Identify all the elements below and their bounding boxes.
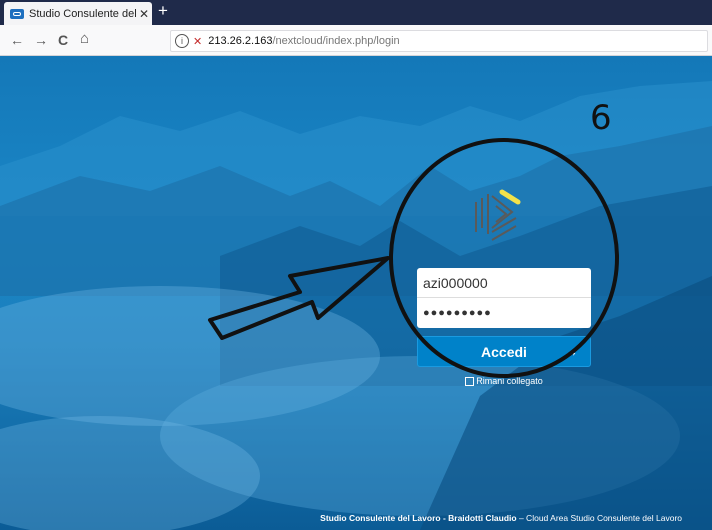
footer-subtitle: – Cloud Area Studio Consulente del Lavor… — [516, 513, 682, 523]
remember-checkbox[interactable] — [465, 376, 475, 386]
tab-title: Studio Consulente del Lavoro - — [29, 7, 136, 20]
home-button[interactable]: ⌂ — [80, 30, 89, 47]
browser-nav-bar: ← → C ⌂ i ✕ 213.26.2.163/nextcloud/index… — [0, 25, 712, 56]
login-button[interactable]: Accedi → — [417, 336, 591, 367]
arrow-right-icon: → — [564, 343, 578, 359]
remember-label: Rimani collegato — [476, 376, 543, 386]
browser-tab[interactable]: Studio Consulente del Lavoro - ✕ — [4, 2, 152, 25]
page-footer: Studio Consulente del Lavoro - Braidotti… — [0, 513, 682, 523]
url-host: 213.26.2.163 — [208, 35, 273, 47]
insecure-lock-icon[interactable]: ✕ — [193, 35, 202, 48]
browser-tab-bar: Studio Consulente del Lavoro - ✕ + — [0, 0, 712, 25]
login-form: ●●●●●●●●● Accedi → Rimani collegato — [417, 268, 591, 386]
forward-button[interactable]: → — [34, 32, 48, 48]
company-logo-icon — [475, 189, 521, 241]
password-input[interactable]: ●●●●●●●●● — [417, 298, 591, 328]
close-tab-icon[interactable]: ✕ — [136, 7, 152, 21]
url-bar[interactable]: i ✕ 213.26.2.163/nextcloud/index.php/log… — [170, 30, 708, 52]
nextcloud-favicon-icon — [10, 8, 24, 19]
footer-title: Studio Consulente del Lavoro - Braidotti… — [320, 513, 517, 523]
username-input[interactable] — [417, 268, 591, 298]
annotation-step-number: 6 — [590, 98, 612, 138]
back-button[interactable]: ← — [10, 32, 24, 48]
remember-me[interactable]: Rimani collegato — [417, 376, 591, 386]
info-icon[interactable]: i — [175, 34, 189, 48]
new-tab-button[interactable]: + — [158, 1, 168, 21]
login-button-label: Accedi — [481, 343, 527, 360]
url-path: /nextcloud/index.php/login — [272, 35, 400, 47]
reload-button[interactable]: C — [58, 32, 68, 48]
